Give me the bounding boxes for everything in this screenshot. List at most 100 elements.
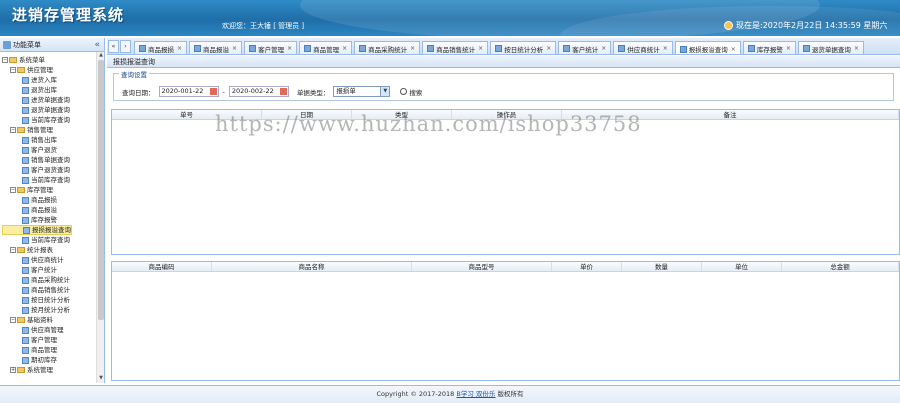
collapse-icon[interactable]: − [2, 57, 8, 63]
menu-group[interactable]: + 系统管理 [2, 365, 94, 375]
menu-group[interactable]: − 基础资料 [2, 315, 94, 325]
menu-group[interactable]: − 统计报表 [2, 245, 94, 255]
menu-item-label: 当前库存查询 [31, 236, 70, 244]
column-header[interactable]: 数量 [622, 262, 702, 271]
sidebar-scrollbar[interactable]: ▲ ▼ [96, 52, 104, 383]
menu-item[interactable]: 客户退货查询 [2, 165, 94, 175]
column-header[interactable]: 单位 [702, 262, 782, 271]
menu-group[interactable]: − 销售管理 [2, 125, 94, 135]
scroll-down-arrow[interactable]: ▼ [97, 375, 105, 383]
column-header[interactable]: 商品型号 [412, 262, 552, 271]
menu-item[interactable]: 库存报警 [2, 215, 94, 225]
tab-scroll-left-button[interactable]: « [108, 40, 119, 53]
close-icon[interactable]: × [786, 45, 791, 52]
menu-item[interactable]: 销售出库 [2, 135, 94, 145]
column-header[interactable]: 总金额 [782, 262, 899, 271]
menu-group[interactable]: − 库存管理 [2, 185, 94, 195]
menu-item[interactable]: 按日统计分析 [2, 295, 94, 305]
menu-item-label: 商品报溢 [31, 206, 57, 214]
column-header[interactable]: 商品名称 [212, 262, 412, 271]
tab[interactable]: 按日统计分析 × [490, 41, 557, 54]
menu-item[interactable]: 退货出库 [2, 85, 94, 95]
page-icon [22, 346, 29, 354]
start-date-input[interactable]: 2020-001-22 [158, 86, 219, 97]
collapse-icon[interactable]: − [10, 127, 16, 133]
menu-item[interactable]: 商品报溢 [2, 205, 94, 215]
close-icon[interactable]: × [478, 45, 483, 52]
menu-item[interactable]: 商品销售统计 [2, 285, 94, 295]
menu-item[interactable]: 按月统计分析 [2, 305, 94, 315]
tab[interactable]: 退货单据查询 × [797, 41, 864, 54]
tab[interactable]: 报损报溢查询 × [674, 41, 741, 54]
tab[interactable]: 商品销售统计 × [422, 41, 489, 54]
chevron-down-icon[interactable]: ▼ [380, 87, 390, 96]
tree-root-label: 系统菜单 [19, 56, 45, 64]
menu-item-label: 客户退货查询 [31, 166, 70, 174]
menu-item[interactable]: 商品报损 [2, 195, 94, 205]
menu-item[interactable]: 销售单据查询 [2, 155, 94, 165]
menu-item[interactable]: 客户统计 [2, 265, 94, 275]
collapse-sidebar-button[interactable]: « [94, 40, 100, 50]
menu-item[interactable]: 客户管理 [2, 335, 94, 345]
tab[interactable]: 供应商统计 × [613, 41, 673, 54]
tab-label: 商品报溢 [203, 45, 230, 54]
tab-icon [495, 45, 503, 52]
menu-item-label: 进货单据查询 [31, 96, 70, 104]
menu-item[interactable]: 报损报溢查询 [2, 225, 72, 235]
tab[interactable]: 商品采购统计 × [354, 41, 421, 54]
close-icon[interactable]: × [232, 45, 237, 52]
footer-link[interactable]: B学习 双份乐 [456, 390, 495, 398]
tab[interactable]: 商品管理 × [299, 41, 353, 54]
type-select[interactable]: 报损单 ▼ [333, 86, 391, 97]
tab-scroll-right-button[interactable]: › [120, 40, 131, 53]
close-icon[interactable]: × [731, 46, 736, 53]
folder-icon [17, 317, 25, 323]
menu-item[interactable]: 期初库存 [2, 355, 94, 365]
tab[interactable]: 客户统计 × [558, 41, 612, 54]
close-icon[interactable]: × [287, 45, 292, 52]
collapse-icon[interactable]: − [10, 187, 16, 193]
menu-item[interactable]: 商品管理 [2, 345, 94, 355]
menu-item[interactable]: 供应商管理 [2, 325, 94, 335]
close-icon[interactable]: × [601, 45, 606, 52]
tab[interactable]: 商品报损 × [134, 41, 188, 54]
clock-text: 现在是:2020年2月22日 14:35:59 星期六 [736, 21, 888, 30]
collapse-icon[interactable]: − [10, 317, 16, 323]
close-icon[interactable]: × [177, 45, 182, 52]
close-icon[interactable]: × [410, 45, 415, 52]
menu-item[interactable]: 供应商统计 [2, 255, 94, 265]
column-header[interactable]: 单价 [552, 262, 622, 271]
menu-group[interactable]: − 供应管理 [2, 65, 94, 75]
menu-item[interactable]: 当前库存查询 [2, 235, 94, 245]
tab[interactable]: 商品报溢 × [189, 41, 243, 54]
page-icon [22, 86, 29, 94]
close-icon[interactable]: × [342, 45, 347, 52]
menu-item[interactable]: 当前库存查询 [2, 175, 94, 185]
scroll-thumb[interactable] [98, 60, 104, 320]
close-icon[interactable]: × [663, 45, 668, 52]
collapse-icon[interactable]: − [10, 247, 16, 253]
calendar-icon[interactable] [279, 88, 287, 95]
menu-item[interactable]: 客户退货 [2, 145, 94, 155]
end-date-input[interactable]: 2020-002-22 [228, 86, 289, 97]
column-header[interactable]: 商品编码 [112, 262, 212, 271]
close-icon[interactable]: × [854, 45, 859, 52]
menu-item[interactable]: 进货单据查询 [2, 95, 94, 105]
menu-item[interactable]: 商品采购统计 [2, 275, 94, 285]
menu-item-label: 商品报损 [31, 196, 57, 204]
expand-icon[interactable]: + [10, 367, 16, 373]
menu-item-label: 供应商管理 [31, 326, 64, 334]
calendar-icon[interactable] [209, 88, 217, 95]
tree-root[interactable]: − 系统菜单 [2, 55, 94, 65]
scroll-up-arrow[interactable]: ▲ [97, 52, 105, 60]
menu-item[interactable]: 退货单据查询 [2, 105, 94, 115]
close-icon[interactable]: × [546, 45, 551, 52]
menu-item[interactable]: 当前库存查询 [2, 115, 94, 125]
menu-item[interactable]: 进货入库 [2, 75, 94, 85]
clock: 现在是:2020年2月22日 14:35:59 星期六 [724, 20, 887, 31]
folder-icon [9, 57, 17, 63]
search-button[interactable]: 搜索 [400, 87, 422, 97]
tab[interactable]: 客户管理 × [244, 41, 298, 54]
tab[interactable]: 库存报警 × [742, 41, 796, 54]
collapse-icon[interactable]: − [10, 67, 16, 73]
